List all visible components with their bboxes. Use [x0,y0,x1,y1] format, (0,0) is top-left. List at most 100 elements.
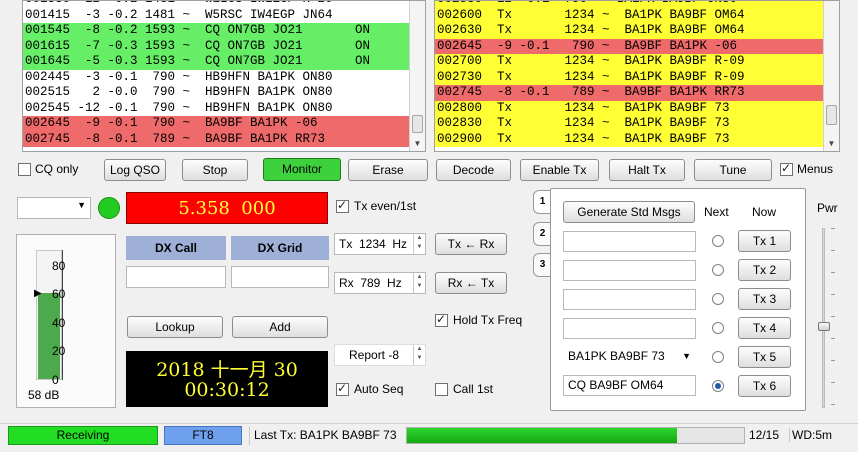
tx4-message-input[interactable] [563,318,696,339]
enable-tx-button[interactable]: Enable Tx [520,159,599,181]
scroll-thumb[interactable] [412,115,423,133]
tune-button[interactable]: Tune [694,159,772,181]
rx-frequency-scrollbar[interactable]: ▼ [823,1,839,151]
tx5-message-value: BA1PK BA9BF 73 [568,349,665,363]
pwr-label: Pwr [817,201,838,215]
tx5-next-radio[interactable] [712,351,724,363]
tx6-button[interactable]: Tx 6 [738,375,791,397]
tx-frequency-spinbox[interactable]: Tx 1234 Hz ▲ ▼ [334,233,426,255]
add-button[interactable]: Add [232,316,328,338]
lookup-button[interactable]: Lookup [127,316,223,338]
decode-button[interactable]: Decode [436,159,511,181]
decode-row[interactable]: 002515 2 -0.0 790 ~ HB9HFN BA1PK ON80 [23,85,425,101]
tx1-message-input[interactable] [563,231,696,252]
rx-from-tx-button[interactable]: Rx ← Tx [435,272,507,294]
auto-seq-checkbox[interactable] [336,381,349,396]
tx1-next-radio[interactable] [712,235,724,247]
spin-arrows-icon[interactable]: ▲ ▼ [413,234,425,254]
erase-button[interactable]: Erase [348,159,428,181]
cq-only-checkbox[interactable] [18,163,31,176]
rx-frequency-spinbox[interactable]: Rx 789 Hz ▲ ▼ [334,272,426,294]
decode-row[interactable]: 002600 Tx 1234 ~ BA1PK BA9BF OM64 [435,7,839,23]
pwr-slider-track [822,228,825,408]
decode-row[interactable]: 001415 -3 -0.2 1481 ~ W5RSC IW4EGP JN64 [23,7,425,23]
decode-row[interactable]: 001645 -5 -0.3 1593 ~ CQ ON7GB JO21 ON [23,54,425,70]
stop-button[interactable]: Stop [182,159,248,181]
tx6-next-radio[interactable] [712,380,724,392]
decode-row[interactable]: 002745 -8 -0.1 789 ~ BA9BF BA1PK RR73 [23,131,425,147]
scroll-down-arrow-icon[interactable]: ▼ [824,137,839,151]
halt-tx-button[interactable]: Halt Tx [609,159,685,181]
band-activity-scrollbar[interactable]: ▼ [409,1,425,151]
generate-std-msgs-button[interactable]: Generate Std Msgs [563,201,695,223]
band-select[interactable]: ▼ [17,197,91,219]
decode-row[interactable]: 002800 Tx 1234 ~ BA1PK BA9BF 73 [435,100,839,116]
date-display: 2018 十一月 30 [156,359,298,381]
decode-row[interactable]: 002545 -12 -0.1 790 ~ HB9HFN BA1PK ON80 [23,100,425,116]
tx2-button[interactable]: Tx 2 [738,259,791,281]
spin-arrows-icon[interactable]: ▲ ▼ [413,273,425,293]
mode-status: FT8 [164,426,242,445]
decode-row[interactable]: 001330 12 0.2 1481 ~ W1LGS IW1EGP R-20 [23,1,425,8]
meter-value: 58 dB [28,388,60,402]
tx-even-checkbox[interactable] [336,198,349,213]
pwr-slider[interactable] [818,228,840,408]
decode-row[interactable]: 002830 Tx 1234 ~ BA1PK BA9BF 73 [435,116,839,132]
rx-frequency-value: Rx 789 Hz [339,276,402,290]
tx6-message-input[interactable]: CQ BA9BF OM64 [563,375,696,396]
tx-from-rx-button[interactable]: Tx ← Rx [435,233,507,255]
tx5-message-select[interactable]: BA1PK BA9BF 73 ▼ [563,346,696,367]
decode-row[interactable]: 002630 Tx 1234 ~ BA1PK BA9BF OM64 [435,23,839,39]
meter-peak-marker-icon: ▶ [34,288,42,300]
signal-meter: ▶ 80 60 40 20 0 58 dB [16,234,116,408]
monitor-button[interactable]: Monitor [263,158,341,181]
time-display: 00:30:12 [184,379,270,401]
dx-grid-input[interactable] [231,266,329,288]
hold-tx-freq-checkbox[interactable] [435,312,448,327]
tx-progress-fill [407,428,677,443]
tab-1[interactable]: 1 [533,190,551,214]
pwr-slider-handle[interactable] [818,322,830,331]
log-qso-button[interactable]: Log QSO [104,159,166,181]
tx1-button[interactable]: Tx 1 [738,230,791,252]
chevron-down-icon: ▼ [77,200,86,210]
scroll-thumb[interactable] [826,105,837,125]
report-spinbox[interactable]: Report -8 ▲ ▼ [334,344,426,366]
tx2-next-radio[interactable] [712,264,724,276]
decode-row[interactable]: 002900 Tx 1234 ~ BA1PK BA9BF 73 [435,131,839,147]
tx4-button[interactable]: Tx 4 [738,317,791,339]
scroll-down-arrow-icon[interactable]: ▼ [410,137,425,151]
tx5-button[interactable]: Tx 5 [738,346,791,368]
menus-label: Menus [797,162,834,176]
tx-progress-bar [406,427,745,444]
report-value: Report -8 [349,348,400,362]
decode-row[interactable]: 001545 -8 -0.2 1593 ~ CQ ON7GB JO21 ON [23,23,425,39]
cq-only-label: CQ only [35,162,79,176]
dx-call-input[interactable] [126,266,226,288]
band-activity-list: 001330 12 0.2 1481 ~ W1LGS IW1EGP R-2000… [23,1,425,147]
spin-arrows-icon[interactable]: ▲ ▼ [413,345,425,365]
decode-row[interactable]: 002700 Tx 1234 ~ BA1PK BA9BF R-09 [435,54,839,70]
pwr-slider-ticks [831,228,835,408]
tab-3[interactable]: 3 [533,253,551,277]
tx2-message-input[interactable] [563,260,696,281]
call-1st-checkbox[interactable] [435,383,448,396]
next-column-label: Next [704,205,729,219]
decode-row[interactable]: 002530 12 0.1 790 ~ BA1PK BA9BF ON80 [435,1,839,8]
dx-call-label: DX Call [126,236,226,260]
decode-row[interactable]: 001615 -7 -0.3 1593 ~ CQ ON7GB JO21 ON [23,38,425,54]
decode-row[interactable]: 002445 -3 -0.1 790 ~ HB9HFN BA1PK ON80 [23,69,425,85]
frequency-value: 5.358 000 [178,198,276,219]
tx4-next-radio[interactable] [712,322,724,334]
tab-2[interactable]: 2 [533,222,551,246]
decode-row[interactable]: 002745 -8 -0.1 789 ~ BA9BF BA1PK RR73 [435,85,839,101]
decode-row[interactable]: 002730 Tx 1234 ~ BA1PK BA9BF R-09 [435,69,839,85]
decode-row[interactable]: 002645 -9 -0.1 790 ~ BA9BF BA1PK -06 [23,116,425,132]
tx3-message-input[interactable] [563,289,696,310]
rx-frequency-pane[interactable]: 002530 12 0.1 790 ~ BA1PK BA9BF ON800026… [434,0,840,152]
menus-checkbox[interactable] [780,161,793,176]
tx3-button[interactable]: Tx 3 [738,288,791,310]
band-activity-pane[interactable]: 001330 12 0.2 1481 ~ W1LGS IW1EGP R-2000… [22,0,426,152]
decode-row[interactable]: 002645 -9 -0.1 790 ~ BA9BF BA1PK -06 [435,38,839,54]
tx3-next-radio[interactable] [712,293,724,305]
